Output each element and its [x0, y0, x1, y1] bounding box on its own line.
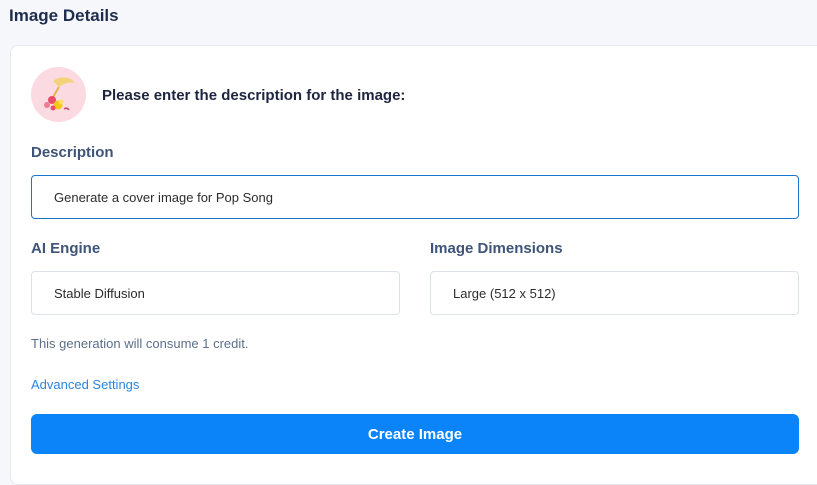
ai-engine-select[interactable]: Stable Diffusion [31, 271, 400, 315]
advanced-settings-link[interactable]: Advanced Settings [31, 377, 139, 392]
ai-engine-label: AI Engine [31, 240, 101, 257]
description-input[interactable]: Generate a cover image for Pop Song [31, 175, 799, 219]
page-title: Image Details [9, 6, 119, 25]
art-illustration-icon [31, 67, 86, 122]
create-image-button[interactable]: Create Image [31, 414, 799, 454]
image-dimensions-select[interactable]: Large (512 x 512) [430, 271, 799, 315]
image-dimensions-label: Image Dimensions [430, 240, 563, 257]
prompt-heading: Please enter the description for the ima… [102, 87, 406, 104]
credit-note: This generation will consume 1 credit. [31, 336, 249, 351]
avatar [31, 67, 86, 122]
image-details-card: Please enter the description for the ima… [10, 45, 817, 485]
description-label: Description [31, 144, 114, 161]
